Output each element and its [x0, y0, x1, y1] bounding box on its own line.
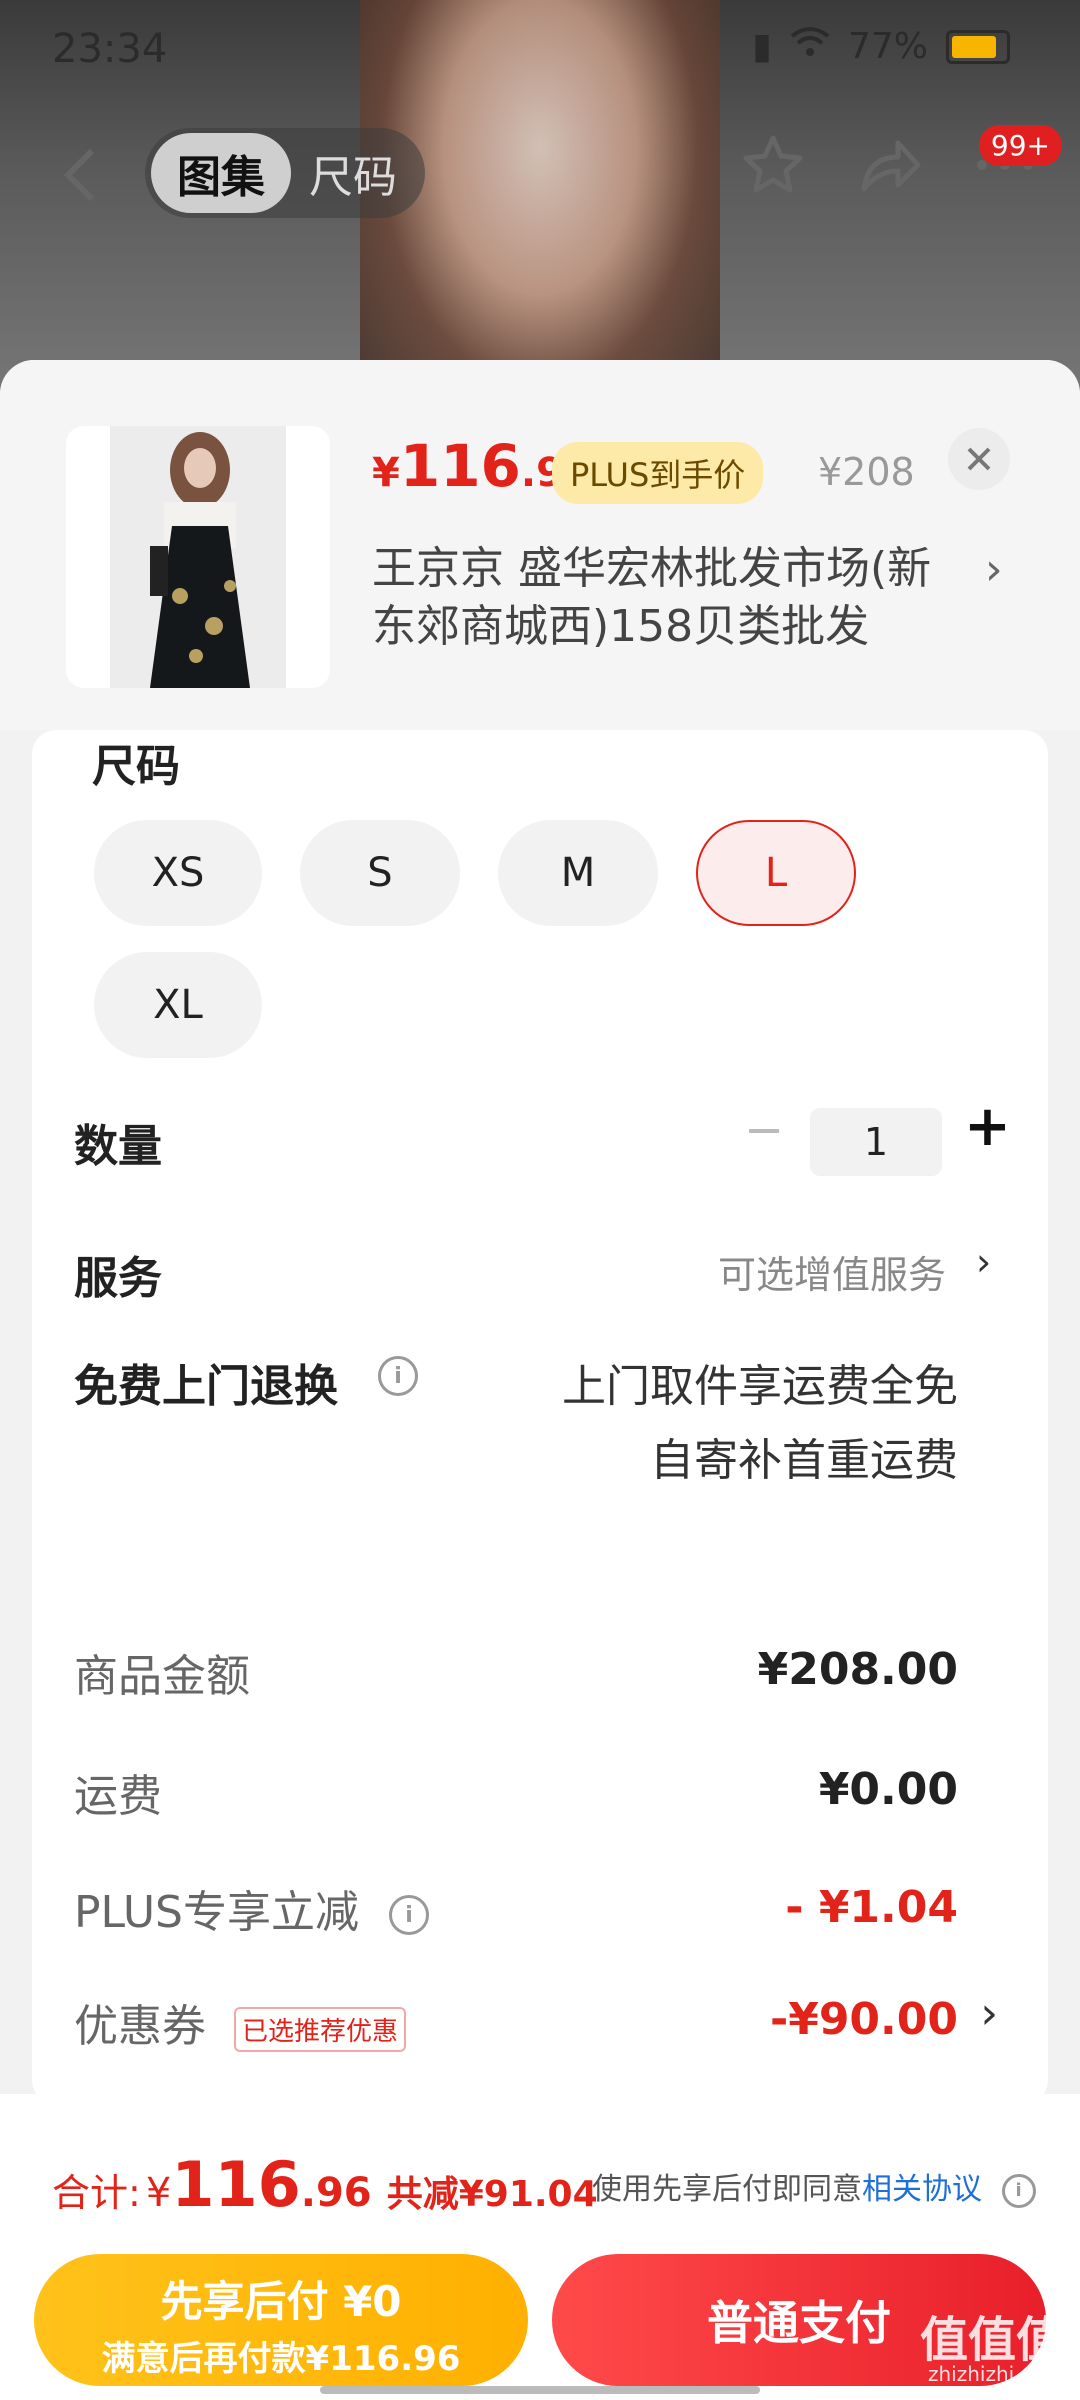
info-icon[interactable]: i — [1001, 2173, 1036, 2208]
total-reduction: 共减¥91.04 — [386, 2174, 598, 2215]
quantity-label: 数量 — [74, 1121, 162, 1172]
share-icon[interactable] — [854, 130, 924, 200]
free-return-label: 免费上门退换 — [74, 1361, 338, 1412]
pay-later-button[interactable]: 先享后付 ¥0 满意后再付款¥116.96 — [34, 2254, 528, 2386]
favorite-star-icon[interactable] — [738, 130, 808, 200]
message-badge: 99+ — [978, 125, 1062, 166]
shipping-label: 运费 — [74, 1771, 162, 1822]
shipping-value: ¥0.00 — [818, 1764, 958, 1815]
size-option-xs[interactable]: XS — [94, 820, 262, 926]
quantity-input[interactable]: 1 — [810, 1108, 942, 1176]
coupon-label: 优惠券 已选推荐优惠 — [74, 1990, 407, 2054]
battery-icon — [946, 29, 1010, 64]
info-icon[interactable]: i — [389, 1895, 429, 1935]
plus-discount-value: - ¥1.04 — [785, 1882, 958, 1933]
size-label: 尺码 — [92, 741, 180, 792]
tab-gallery[interactable]: 图集 — [151, 133, 291, 213]
home-indicator[interactable] — [320, 2386, 760, 2394]
status-time: 23:34 — [52, 26, 168, 72]
agreement-text: 使用先享后付即同意相关协议 i — [592, 2164, 1036, 2208]
tab-size[interactable]: 尺码 — [309, 141, 397, 205]
goods-amount-label: 商品金额 — [74, 1651, 250, 1702]
product-thumbnail — [66, 426, 330, 688]
size-option-xl[interactable]: XL — [94, 952, 262, 1058]
size-option-m[interactable]: M — [498, 820, 658, 926]
agreement-link[interactable]: 相关协议 — [862, 2172, 982, 2207]
quantity-minus-button[interactable]: − — [744, 1102, 784, 1158]
service-label: 服务 — [74, 1253, 162, 1304]
close-button[interactable] — [948, 428, 1010, 490]
price-summary-card: 商品金额 ¥208.00 运费 ¥0.00 PLUS专享立减 i - ¥1.04… — [32, 1584, 1048, 2104]
back-icon[interactable] — [60, 145, 100, 219]
shop-name[interactable]: 王京京 盛华宏林批发市场(新东郊商城西)158贝类批发 — [372, 540, 962, 656]
coupon-value[interactable]: -¥90.00 — [770, 1994, 958, 2045]
coupon-recommend-tag: 已选推荐优惠 — [234, 2006, 407, 2052]
watermark-logo: 值值值 — [920, 2312, 1065, 2368]
plus-price-tag: PLUS到手价 — [552, 442, 764, 504]
original-price: ¥208 — [818, 450, 915, 494]
wifi-icon — [790, 26, 830, 67]
sim-icon: ▮ — [752, 26, 772, 67]
battery-percent: 77% — [847, 26, 928, 67]
checkout-bar: 合计: ¥116.96 共减¥91.04 使用先享后付即同意相关协议 i 先享后… — [0, 2094, 1080, 2400]
quantity-plus-button[interactable]: + — [964, 1094, 1011, 1159]
dress-image — [110, 426, 286, 688]
options-card: 尺码 XS S M L XL 数量 − 1 + 服务 可选增值服务 › — [32, 730, 1048, 1380]
sheet-product-header: ¥116.96 PLUS到手价 ¥208 王京京 盛华宏林批发市场(新东郊商城西… — [0, 360, 1080, 730]
order-total: 合计: ¥116.96 共减¥91.04 — [52, 2148, 598, 2221]
status-bar: 23:34 ▮ 77% — [0, 0, 1080, 100]
chevron-right-icon[interactable]: › — [976, 1240, 991, 1284]
return-line-1: 上门取件享运费全免 — [562, 1361, 958, 1412]
plus-discount-label: PLUS专享立减 i — [74, 1876, 429, 1940]
watermark-url: zhizhizhi.com — [928, 2362, 1064, 2386]
service-hint[interactable]: 可选增值服务 — [718, 1244, 946, 1299]
size-option-l-selected[interactable]: L — [696, 820, 856, 926]
goods-amount-value: ¥208.00 — [757, 1644, 958, 1695]
info-icon[interactable]: i — [378, 1356, 418, 1396]
media-tab-switch: 图集 尺码 — [145, 128, 425, 218]
size-option-s[interactable]: S — [300, 820, 460, 926]
status-icons: ▮ 77% — [752, 26, 1010, 67]
chevron-right-icon[interactable]: › — [985, 544, 1003, 595]
return-line-2: 自寄补首重运费 — [650, 1435, 958, 1486]
chevron-right-icon[interactable]: › — [980, 1988, 998, 2039]
